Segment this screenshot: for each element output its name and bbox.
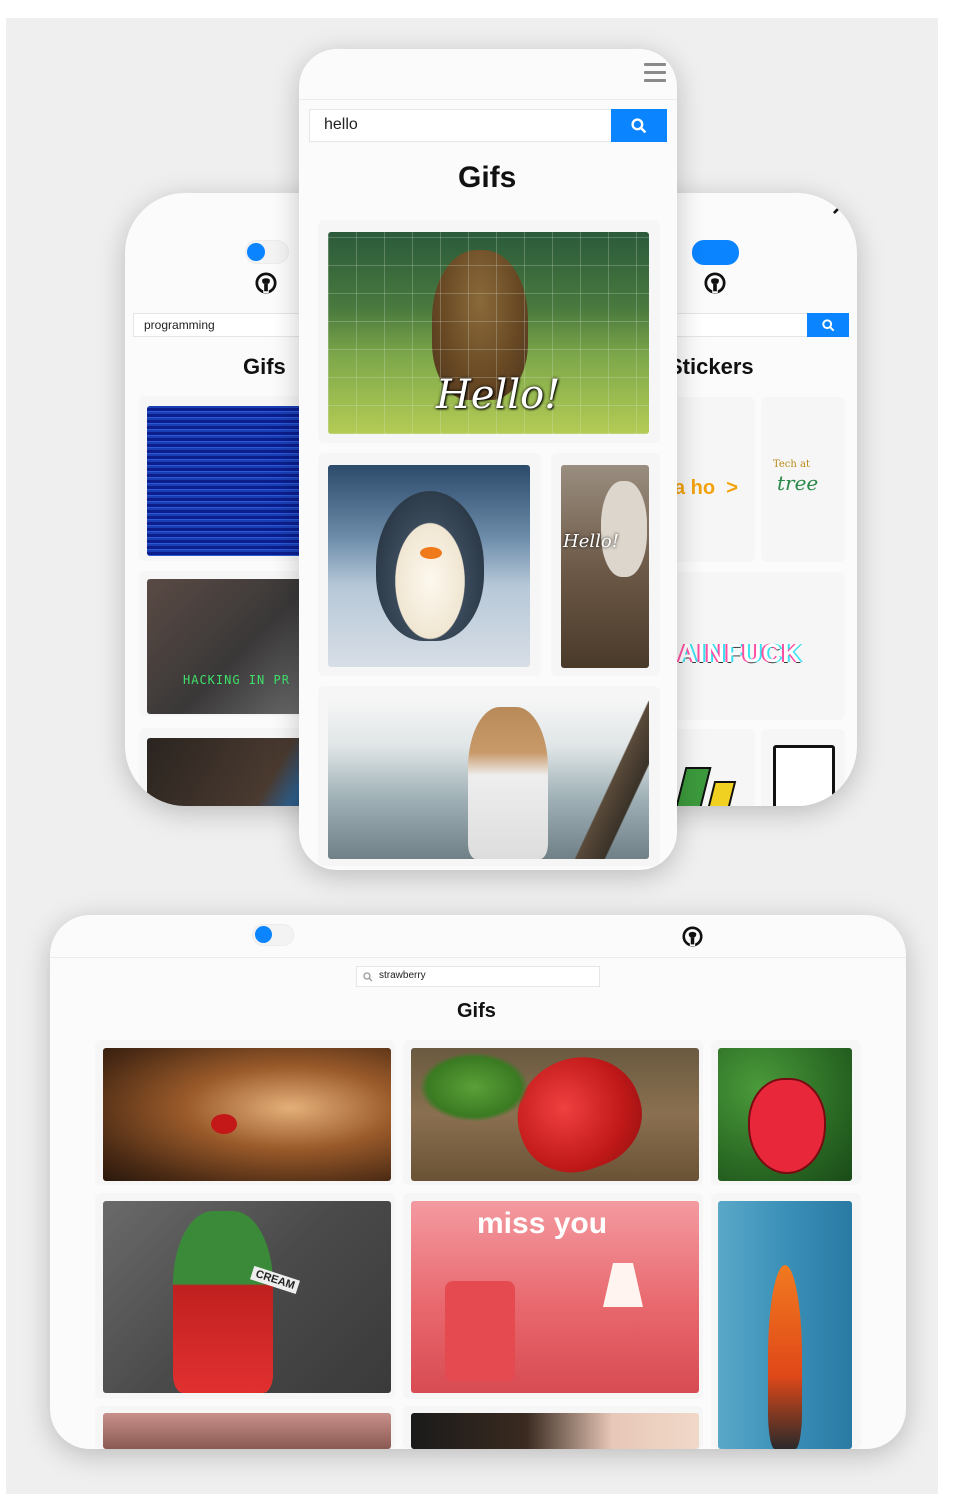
sticker-shape bbox=[705, 781, 737, 806]
search-icon bbox=[821, 318, 834, 331]
strawberry-costume-gif[interactable]: CREAM bbox=[103, 1201, 391, 1393]
section-title: Gifs bbox=[457, 1000, 496, 1022]
cartoon-strawberry-gif[interactable] bbox=[718, 1048, 852, 1181]
github-icon[interactable] bbox=[255, 272, 277, 294]
gif-caption: Hello! bbox=[436, 372, 561, 418]
sticker-card[interactable] bbox=[761, 729, 845, 806]
hamburger-menu-icon[interactable] bbox=[644, 63, 666, 83]
waving-man-gif[interactable] bbox=[328, 699, 649, 859]
showcase-background: programming Gifs HACKING IN PR × Sticker… bbox=[6, 18, 938, 1494]
hacking-overlay-text: HACKING IN PR bbox=[183, 673, 290, 687]
sticker-text: AINFUCK bbox=[678, 638, 802, 668]
gif-caption: Hello! bbox=[563, 531, 619, 552]
github-icon[interactable] bbox=[682, 926, 703, 947]
tablet-outline-sticker bbox=[773, 745, 835, 806]
github-icon[interactable] bbox=[704, 272, 726, 294]
cup bbox=[445, 1281, 515, 1381]
search-icon bbox=[631, 117, 647, 133]
gif-card[interactable] bbox=[711, 1040, 861, 1185]
gif-caption: miss you bbox=[477, 1207, 608, 1240]
search-input-value: hello bbox=[324, 116, 358, 133]
penguin-beak bbox=[420, 547, 442, 559]
gif-card[interactable] bbox=[318, 686, 660, 866]
gif-card[interactable]: CREAM bbox=[95, 1193, 395, 1399]
theme-toggle[interactable] bbox=[252, 924, 294, 946]
growing-strawberry-gif[interactable] bbox=[411, 1048, 699, 1181]
mask-face bbox=[601, 481, 647, 577]
surfboard-gif[interactable] bbox=[718, 1201, 852, 1449]
toggle-knob bbox=[719, 243, 737, 261]
gif-card[interactable] bbox=[95, 1040, 395, 1185]
tablet: strawberry Gifs CREAM miss you bbox=[50, 915, 906, 1449]
sticker-text: tree bbox=[777, 471, 819, 495]
strawberry-bite bbox=[211, 1114, 237, 1134]
theme-toggle[interactable] bbox=[245, 240, 289, 264]
gif-card[interactable]: Hello! bbox=[551, 453, 660, 676]
miss-you-gif[interactable]: miss you bbox=[411, 1201, 699, 1393]
center-phone: hello Gifs Hello! Hello! bbox=[299, 49, 677, 870]
costume-figure bbox=[173, 1211, 273, 1393]
search-button[interactable] bbox=[807, 313, 849, 337]
gif-card[interactable]: Hello! bbox=[318, 220, 660, 443]
toggle-knob bbox=[247, 243, 265, 261]
net-pole bbox=[574, 699, 649, 859]
man-figure bbox=[468, 707, 548, 859]
gif-card[interactable]: miss you bbox=[403, 1193, 703, 1399]
close-icon[interactable]: × bbox=[832, 195, 846, 223]
section-title: Gifs bbox=[458, 161, 517, 194]
menu-line bbox=[644, 71, 666, 74]
theme-toggle[interactable] bbox=[692, 240, 739, 265]
surfboard bbox=[768, 1265, 802, 1449]
header-divider bbox=[299, 99, 677, 100]
penguin-figure bbox=[376, 491, 484, 641]
sticker-text: a ho > bbox=[674, 477, 738, 499]
bear-hello-gif[interactable]: Hello! bbox=[328, 232, 649, 434]
search-icon bbox=[363, 972, 373, 982]
search-input-value: strawberry bbox=[379, 970, 426, 981]
toggle-knob bbox=[255, 926, 272, 943]
menu-line bbox=[644, 63, 666, 66]
gif-card[interactable] bbox=[95, 1406, 395, 1449]
mask-hello-gif[interactable]: Hello! bbox=[561, 465, 649, 668]
penguin-gif[interactable] bbox=[328, 465, 530, 667]
section-title: Gifs bbox=[243, 354, 286, 379]
woman-strawberry-gif[interactable] bbox=[103, 1048, 391, 1181]
gif-card[interactable] bbox=[318, 453, 541, 676]
strawberry-gif-partial[interactable] bbox=[103, 1413, 391, 1449]
strawberry-gif-partial[interactable] bbox=[411, 1413, 699, 1449]
search-input[interactable]: hello bbox=[309, 109, 613, 142]
sticker-shape bbox=[674, 767, 712, 806]
section-title: Stickers bbox=[668, 354, 754, 379]
menu-line bbox=[644, 79, 666, 82]
gif-card[interactable] bbox=[403, 1040, 703, 1185]
cartoon-strawberry bbox=[748, 1078, 826, 1174]
leaves bbox=[419, 1052, 529, 1122]
search-input-value: programming bbox=[144, 318, 215, 332]
lamp-shade bbox=[603, 1263, 643, 1307]
sticker-text: Tech at bbox=[773, 459, 811, 470]
gif-card[interactable] bbox=[403, 1406, 703, 1449]
search-button[interactable] bbox=[611, 109, 667, 142]
gif-card[interactable] bbox=[711, 1193, 861, 1449]
search-input[interactable]: strawberry bbox=[356, 966, 600, 987]
sticker-card[interactable]: Tech at tree bbox=[761, 397, 845, 562]
header-divider bbox=[50, 957, 906, 958]
